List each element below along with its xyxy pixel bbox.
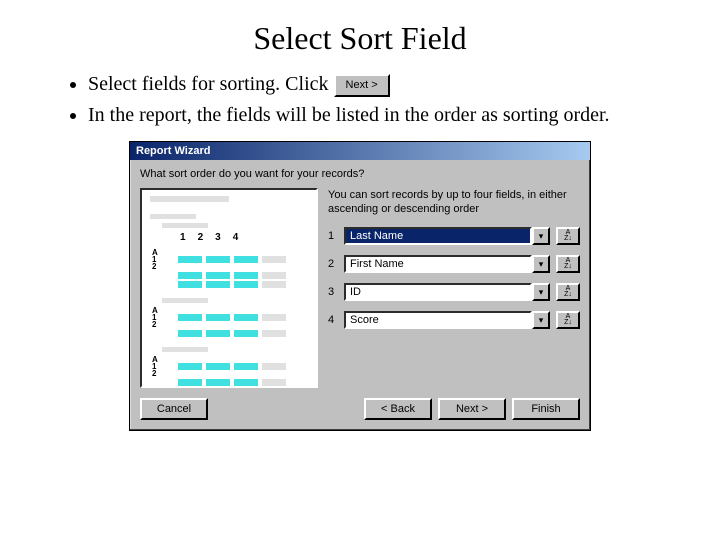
sort-row-2: 2 ▾ AZ↓ <box>328 255 580 273</box>
page-title: Select Sort Field <box>60 20 660 57</box>
preview-col-4: 4 <box>233 232 239 243</box>
preview-col-3: 3 <box>215 232 221 243</box>
sort-row-1-num: 1 <box>328 230 338 242</box>
sort-row-3-num: 3 <box>328 286 338 298</box>
back-button[interactable]: < Back <box>364 398 432 420</box>
sort-preview-panel: 1 2 3 4 A12 A12 <box>140 188 318 388</box>
sort-row-2-num: 2 <box>328 258 338 270</box>
sort-field-3-order-button[interactable]: AZ↓ <box>556 283 580 301</box>
report-wizard-dialog: Report Wizard What sort order do you wan… <box>129 141 591 431</box>
sort-field-3-combo[interactable] <box>344 283 532 301</box>
sort-field-4-dropdown-icon[interactable]: ▾ <box>532 311 550 329</box>
next-button[interactable]: Next > <box>438 398 506 420</box>
sort-field-3-dropdown-icon[interactable]: ▾ <box>532 283 550 301</box>
dialog-titlebar: Report Wizard <box>130 142 590 160</box>
preview-col-1: 1 <box>180 232 186 243</box>
bullet-2: In the report, the fields will be listed… <box>88 102 660 129</box>
inline-next-button: Next > <box>334 74 390 97</box>
sort-field-4-combo[interactable] <box>344 311 532 329</box>
sort-field-1-dropdown-icon[interactable]: ▾ <box>532 227 550 245</box>
cancel-button[interactable]: Cancel <box>140 398 208 420</box>
sort-field-2-dropdown-icon[interactable]: ▾ <box>532 255 550 273</box>
sort-field-2-order-button[interactable]: AZ↓ <box>556 255 580 273</box>
finish-button[interactable]: Finish <box>512 398 580 420</box>
sort-row-1: 1 ▾ AZ↓ <box>328 227 580 245</box>
sort-row-3: 3 ▾ AZ↓ <box>328 283 580 301</box>
sort-field-1-combo[interactable] <box>344 227 532 245</box>
sort-row-4: 4 ▾ AZ↓ <box>328 311 580 329</box>
preview-col-2: 2 <box>198 232 204 243</box>
bullet-1-text: Select fields for sorting. Click <box>88 73 329 95</box>
bullet-1: Select fields for sorting. Click Next > <box>88 71 660 98</box>
sort-field-1-order-button[interactable]: AZ↓ <box>556 227 580 245</box>
dialog-prompt: What sort order do you want for your rec… <box>140 168 580 180</box>
sort-row-4-num: 4 <box>328 314 338 326</box>
sort-field-2-combo[interactable] <box>344 255 532 273</box>
sort-field-4-order-button[interactable]: AZ↓ <box>556 311 580 329</box>
sort-hint-text: You can sort records by up to four field… <box>328 188 580 217</box>
